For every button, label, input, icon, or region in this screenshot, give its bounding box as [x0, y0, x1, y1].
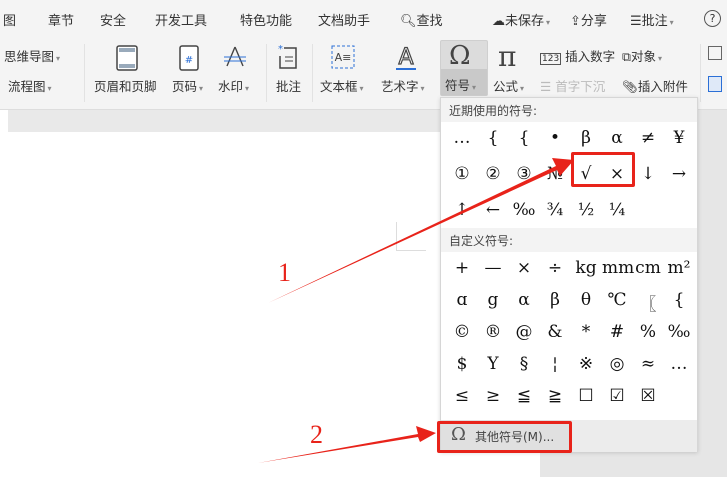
- annotation-arrows: [258, 158, 574, 463]
- step-2-label: 2: [310, 420, 323, 449]
- arrow-1: [268, 158, 574, 303]
- arrow-2: [258, 426, 436, 463]
- step-1-label: 1: [278, 258, 291, 287]
